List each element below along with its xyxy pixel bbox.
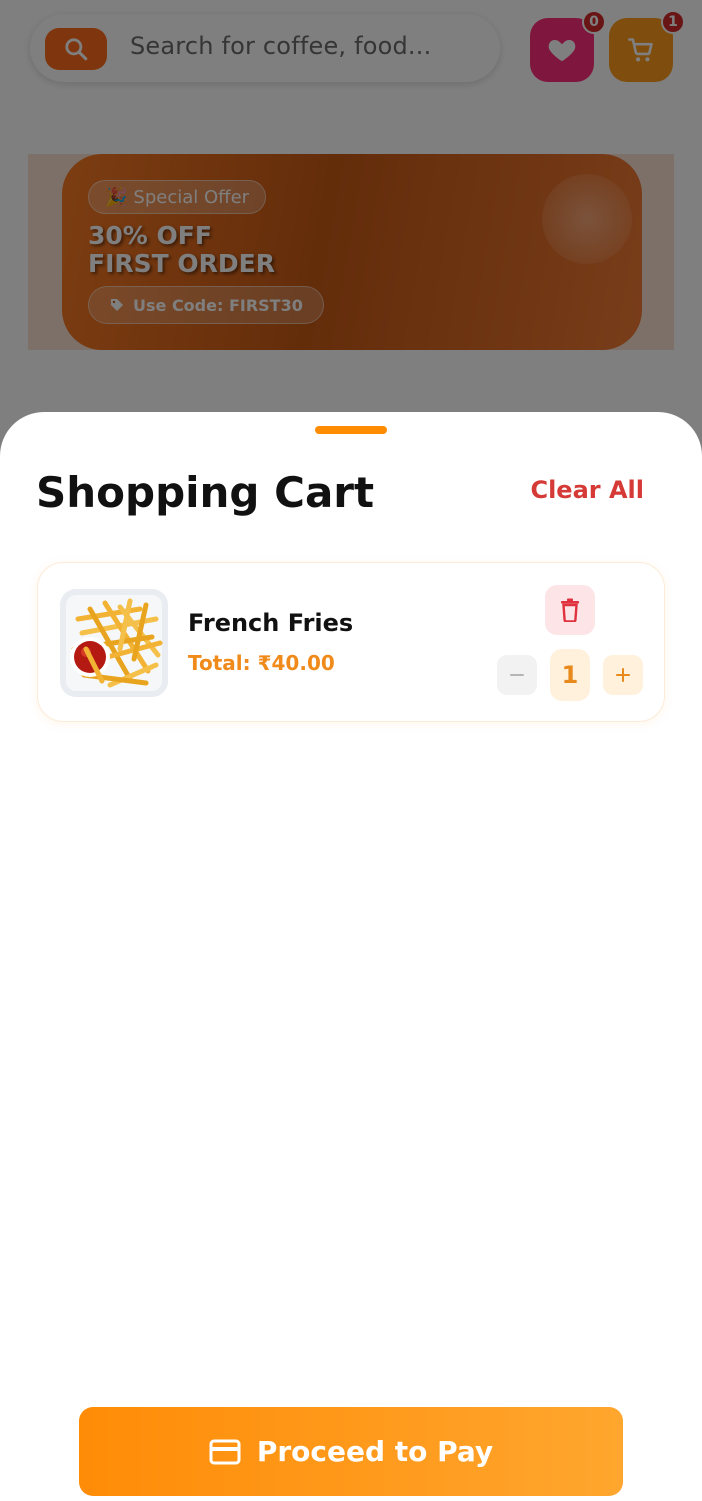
cart-bottom-sheet: Shopping Cart Clear All French Fries Tot… xyxy=(0,412,702,1501)
proceed-to-pay-button[interactable]: Proceed to Pay xyxy=(79,1407,623,1496)
plus-icon xyxy=(616,668,630,682)
trash-icon xyxy=(561,598,579,622)
item-name: French Fries xyxy=(188,609,354,637)
cart-title: Shopping Cart xyxy=(36,468,375,517)
proceed-to-pay-label: Proceed to Pay xyxy=(256,1435,494,1468)
drag-handle[interactable] xyxy=(315,426,387,434)
cart-item: French Fries Total: ₹40.00 1 xyxy=(37,562,665,722)
credit-card-icon xyxy=(209,1439,241,1464)
delete-item-button[interactable] xyxy=(545,585,595,635)
minus-icon xyxy=(510,674,524,676)
clear-all-button[interactable]: Clear All xyxy=(530,476,644,504)
french-fries-image xyxy=(60,589,168,697)
increase-quantity-button[interactable] xyxy=(603,655,643,695)
quantity-value: 1 xyxy=(550,649,590,701)
item-total: Total: ₹40.00 xyxy=(188,651,335,675)
decrease-quantity-button[interactable] xyxy=(497,655,537,695)
